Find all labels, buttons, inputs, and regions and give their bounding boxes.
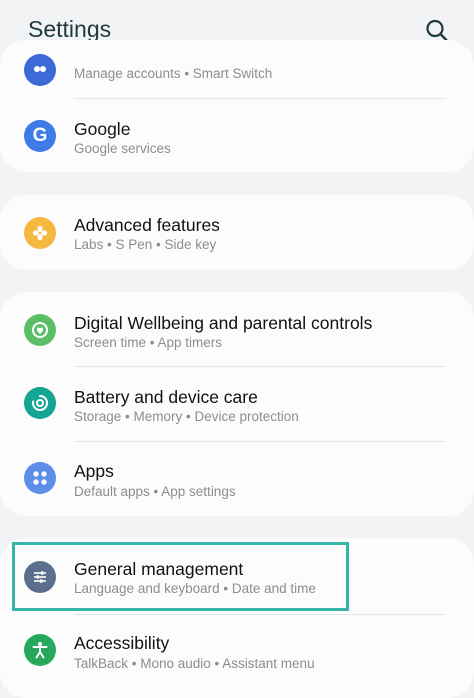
accessibility-subtitle: TalkBack • Mono audio • Assistant menu <box>74 656 315 671</box>
accounts-card: Manage accounts • Smart Switch G Google … <box>0 40 474 172</box>
digital-wellbeing-subtitle: Screen time • App timers <box>74 335 223 350</box>
device-care-icon <box>24 387 56 419</box>
battery-device-care-item[interactable]: Battery and device care Storage • Memory… <box>0 367 474 441</box>
digital-wellbeing-item[interactable]: Digital Wellbeing and parental controls … <box>0 292 474 366</box>
accounts-backup-item[interactable]: Manage accounts • Smart Switch <box>0 40 474 98</box>
apps-grid-icon <box>24 462 56 494</box>
highlight-frame <box>12 542 349 611</box>
apps-item[interactable]: Apps Default apps • App settings <box>0 442 474 516</box>
advanced-features-card: Advanced features Labs • S Pen • Side ke… <box>0 195 474 270</box>
digital-wellbeing-title: Digital Wellbeing and parental controls <box>74 313 373 333</box>
apps-subtitle: Default apps • App settings <box>74 484 236 499</box>
accessibility-item[interactable]: Accessibility TalkBack • Mono audio • As… <box>0 615 474 691</box>
device-card: Digital Wellbeing and parental controls … <box>0 292 474 516</box>
battery-device-care-title: Battery and device care <box>74 387 258 407</box>
wellbeing-icon <box>24 314 56 346</box>
page-title: Settings <box>28 16 112 42</box>
accessibility-icon <box>24 634 56 666</box>
apps-title: Apps <box>74 461 114 481</box>
google-item[interactable]: G Google Google services <box>0 99 474 171</box>
advanced-features-title: Advanced features <box>74 215 220 235</box>
accessibility-title: Accessibility <box>74 633 170 653</box>
battery-device-care-subtitle: Storage • Memory • Device protection <box>74 409 299 424</box>
accounts-backup-subtitle: Manage accounts • Smart Switch <box>74 66 273 81</box>
puzzle-icon <box>24 217 56 249</box>
google-subtitle: Google services <box>74 141 171 156</box>
google-icon: G <box>24 120 56 152</box>
google-title: Google <box>74 119 131 139</box>
accounts-icon <box>24 54 56 86</box>
advanced-features-item[interactable]: Advanced features Labs • S Pen • Side ke… <box>0 195 474 270</box>
advanced-features-subtitle: Labs • S Pen • Side key <box>74 237 217 252</box>
